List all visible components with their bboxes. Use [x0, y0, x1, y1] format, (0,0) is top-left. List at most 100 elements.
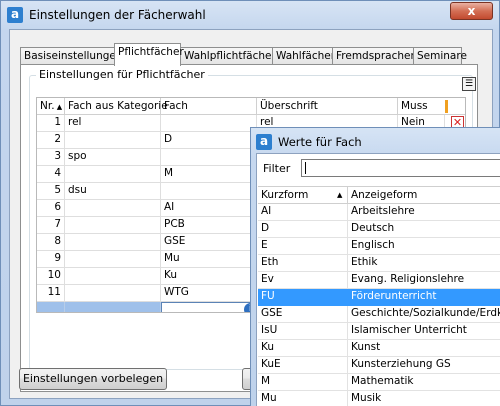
tab-fremdsprachen[interactable]: Fremdsprachen	[332, 47, 417, 65]
table-cell-fach[interactable]: D	[161, 132, 257, 148]
table-cell-nr[interactable]: 4	[37, 166, 65, 182]
table-cell-nr[interactable]: 9	[37, 251, 65, 267]
table-cell-fach[interactable]: Ku	[161, 268, 257, 284]
table-cell-kategorie[interactable]: spo	[65, 149, 161, 165]
list-item[interactable]: AI Arbeitslehre	[258, 204, 500, 221]
list-item-anzeigeform: Kunsterziehung GS	[351, 358, 451, 370]
table-cell-fach[interactable]: Mu	[161, 251, 257, 267]
table-cell-kategorie[interactable]	[65, 251, 161, 267]
table-cell-nr[interactable]: 11	[37, 285, 65, 301]
table-cell-kategorie[interactable]	[65, 166, 161, 182]
text-caret	[305, 162, 306, 174]
values-list: Kurzform ▲ Anzeigeform AI Arbeitslehre D De…	[258, 186, 500, 406]
table-cell-kategorie[interactable]: dsu	[65, 183, 161, 199]
fach-edit-field[interactable]	[161, 302, 255, 312]
table-cell-kategorie[interactable]	[65, 200, 161, 216]
list-item-kurzform: KuE	[258, 357, 348, 373]
column-header-ueberschrift[interactable]: Überschrift	[257, 98, 398, 115]
main-window: a Einstellungen der Fächerwahl x Basisei…	[0, 0, 500, 406]
table-cell-nr[interactable]: 3	[37, 149, 65, 165]
list-item[interactable]: FU Förderunterricht	[258, 289, 500, 306]
list-item-kurzform: GSE	[258, 306, 348, 322]
list-item-kurzform: M	[258, 374, 348, 390]
list-item-anzeigeform: Islamischer Unterricht	[351, 324, 467, 336]
column-header-kurzform[interactable]: Kurzform ▲	[258, 187, 348, 204]
list-item[interactable]: Mu Musik	[258, 391, 500, 406]
filter-input[interactable]	[301, 159, 500, 177]
table-cell-fach[interactable]	[161, 149, 257, 165]
table-cell-kategorie[interactable]	[65, 234, 161, 250]
list-item-anzeigeform: Musik	[351, 392, 382, 404]
popup-client: Filter Kurzform ▲ Anzeigeform AI Arbeitsl…	[256, 153, 500, 406]
column-header-kategorie[interactable]: Fach aus Kategorie	[65, 98, 168, 115]
column-header-muss[interactable]: Muss	[398, 98, 445, 115]
table-cell-kategorie[interactable]	[65, 268, 161, 284]
list-item-anzeigeform: Mathematik	[351, 375, 414, 387]
list-item-kurzform: AI	[258, 204, 348, 220]
column-header-fach[interactable]: Fach	[161, 98, 257, 115]
column-header-nr[interactable]: Nr. ▲	[37, 98, 65, 115]
list-item-anzeigeform: Englisch	[351, 239, 395, 251]
list-item-kurzform: Eth	[258, 255, 348, 271]
table-cell-fach[interactable]: GSE	[161, 234, 257, 250]
tab-wahlpflichtfaecher[interactable]: Wahlpflichtfächer	[180, 47, 276, 65]
table-cell-kategorie[interactable]	[65, 132, 161, 148]
window-title: Einstellungen der Fächerwahl	[29, 8, 206, 22]
list-item[interactable]: KuE Kunsterziehung GS	[258, 357, 500, 374]
table-cell-nr[interactable]: 1	[37, 115, 65, 131]
tab-wahlfaecher[interactable]: Wahlfächer	[272, 47, 335, 65]
table-cell-nr[interactable]: 6	[37, 200, 65, 216]
list-item[interactable]: D Deutsch	[258, 221, 500, 238]
list-item-anzeigeform: Deutsch	[351, 222, 395, 234]
defaults-button[interactable]: Einstellungen vorbelegen	[19, 368, 167, 390]
table-cell-fach[interactable]: WTG	[161, 285, 257, 301]
table-cell-fach[interactable]	[161, 115, 257, 131]
table-cell	[65, 302, 161, 312]
close-button[interactable]: x	[450, 2, 493, 20]
title-bar[interactable]: a Einstellungen der Fächerwahl	[1, 1, 499, 29]
table-cell-kategorie[interactable]	[65, 217, 161, 233]
table-cell-fach[interactable]: AI	[161, 200, 257, 216]
tab-basiseinstellungen[interactable]: Basiseinstellungen	[20, 47, 123, 65]
column-header-anzeigeform[interactable]: Anzeigeform	[348, 187, 500, 204]
list-item-kurzform: FU	[258, 289, 348, 305]
sort-ascending-icon: ▲	[54, 103, 63, 111]
werte-fuer-fach-popup: a Werte für Fach Filter Kurzform ▲ Anzei…	[250, 127, 500, 406]
table-cell-nr[interactable]: 8	[37, 234, 65, 250]
sort-ascending-icon: ▲	[337, 191, 343, 199]
tab-pflichtfaecher[interactable]: Pflichtfächer	[114, 43, 184, 66]
close-icon: x	[467, 4, 476, 18]
table-cell-kategorie[interactable]: rel	[65, 115, 161, 131]
table-cell-kategorie[interactable]	[65, 285, 161, 301]
list-item[interactable]: GSEGeschichte/Sozialkunde/Erdkunde	[258, 306, 500, 323]
list-item-anzeigeform: Arbeitslehre	[351, 205, 415, 217]
list-item[interactable]: Eth Ethik	[258, 255, 500, 272]
values-list-header: Kurzform ▲ Anzeigeform	[258, 186, 500, 204]
table-cell-nr[interactable]: 5	[37, 183, 65, 199]
table-cell-nr[interactable]: 10	[37, 268, 65, 284]
tab-seminare[interactable]: Seminare	[413, 47, 467, 65]
list-item[interactable]: E Englisch	[258, 238, 500, 255]
list-item[interactable]: Ev Evang. Religionslehre	[258, 272, 500, 289]
table-cell	[37, 302, 65, 312]
column-header-kurzform-label: Kurzform	[261, 189, 309, 201]
column-chooser-icon[interactable]: ☰	[462, 77, 476, 91]
table-cell-fach[interactable]: PCB	[161, 217, 257, 233]
list-item[interactable]: IsU Islamischer Unterricht	[258, 323, 500, 340]
list-item-kurzform: E	[258, 238, 348, 254]
table-cell-nr[interactable]: 7	[37, 217, 65, 233]
list-item[interactable]: M Mathematik	[258, 374, 500, 391]
list-item-anzeigeform: Kunst	[351, 341, 381, 353]
column-header-nr-label: Nr.	[40, 100, 55, 112]
list-item-kurzform: Ev	[258, 272, 348, 288]
list-item[interactable]: Ku Kunst	[258, 340, 500, 357]
table-cell-nr[interactable]: 2	[37, 132, 65, 148]
list-item-anzeigeform: Förderunterricht	[351, 290, 437, 302]
table-header: Nr. ▲ Fach aus Kategorie Fach Überschrif…	[37, 98, 465, 115]
table-cell-fach[interactable]: M	[161, 166, 257, 182]
column-resize-marker	[445, 100, 448, 113]
filter-label: Filter	[263, 162, 291, 175]
table-cell-fach[interactable]	[161, 183, 257, 199]
tab-strip: Basiseinstellungen Pflichtfächer Wahlpfl…	[20, 43, 490, 66]
group-label: Einstellungen für Pflichtfächer	[36, 68, 208, 81]
